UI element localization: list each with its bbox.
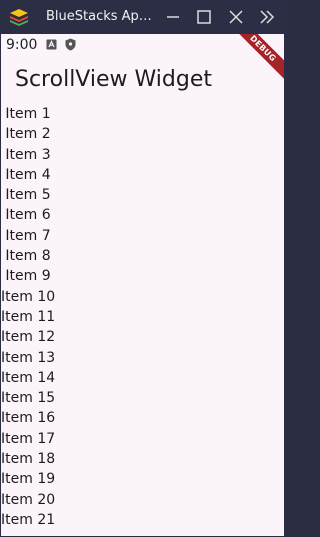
shield-icon — [65, 38, 76, 51]
window-titlebar: BlueStacks Ap… — [0, 0, 285, 34]
list-item: Item 7 — [5, 227, 51, 244]
list-item: Item 19 — [1, 471, 56, 488]
list-item: Item 9 — [5, 268, 51, 285]
maximize-icon — [197, 10, 211, 24]
list-item: Item 17 — [1, 430, 56, 447]
list-item: Item 12 — [1, 329, 56, 346]
page-title: ScrollView Widget — [15, 67, 212, 92]
window-title: BlueStacks Ap… — [46, 9, 152, 24]
list-item: Item 20 — [1, 491, 56, 508]
list-item: Item 15 — [1, 390, 56, 407]
list-item: Item 8 — [5, 248, 51, 265]
notification-a-icon — [46, 39, 57, 50]
list-item: Item 21 — [1, 511, 56, 528]
scroll-view-list[interactable]: Item 1 Item 2 Item 3 Item 4 Item 5 Item 6 Item… — [1, 104, 284, 530]
close-icon — [229, 10, 243, 24]
list-item: Item 11 — [1, 308, 56, 325]
status-time: 9:00 — [6, 37, 38, 53]
app-screen: 9:00 DEBUG ScrollView Widget Item 1 Item … — [1, 34, 284, 536]
list-item: Item 2 — [5, 126, 51, 143]
list-item: Item 6 — [5, 207, 51, 224]
list-item: Item 5 — [5, 187, 51, 204]
list-item: Item 16 — [1, 410, 56, 427]
list-item: Item 1 — [5, 106, 51, 122]
bluestacks-logo-icon — [10, 9, 28, 26]
list-item: Item 14 — [1, 369, 56, 386]
list-item: Item 3 — [5, 146, 51, 163]
maximize-button[interactable] — [194, 7, 214, 27]
list-item: Item 13 — [1, 349, 56, 366]
list-item: Item 18 — [1, 451, 56, 468]
minimize-icon — [167, 16, 179, 18]
status-bar: 9:00 — [1, 34, 284, 56]
list-item: Item 4 — [5, 166, 51, 183]
close-button[interactable] — [226, 7, 246, 27]
list-item: Item 10 — [1, 288, 56, 305]
expand-panel-icon — [260, 10, 275, 24]
expand-panel-button[interactable] — [257, 7, 277, 27]
minimize-button[interactable] — [163, 7, 183, 27]
